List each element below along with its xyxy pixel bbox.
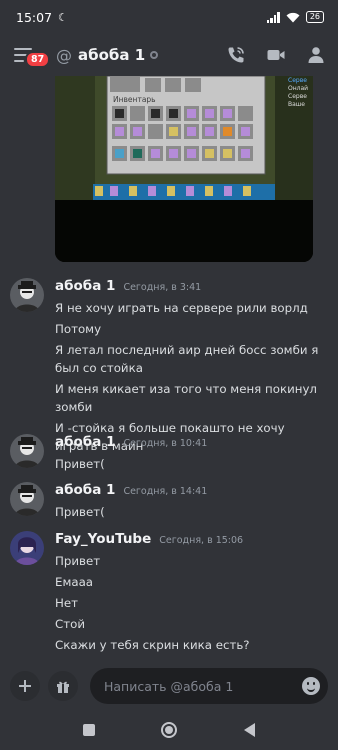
message-text[interactable]: Привет( [55,503,325,521]
avatar[interactable] [10,531,44,565]
author-name[interactable]: абоба 1 [55,482,115,498]
message-text[interactable]: Я не хочу играть на сервере рили ворлд [55,299,325,317]
author-name[interactable]: Fay_YouTube [55,531,151,547]
message-input[interactable]: Написать @абоба 1 [90,668,328,704]
video-camera-icon[interactable] [266,45,286,65]
avatar[interactable] [10,434,44,468]
message-text[interactable]: Нет [55,594,325,612]
status-time: 15:07 [16,9,53,25]
menu-button[interactable]: 87 [14,43,51,68]
message-text[interactable]: И меня кикает иза того что меня покинул … [55,380,325,416]
message-text[interactable]: Стой [55,615,325,633]
message-text[interactable]: Я летал последний аир дней босс зомби я … [55,341,325,377]
gift-button[interactable] [48,671,78,701]
battery-icon: 26 [305,11,324,23]
gift-icon [57,681,69,693]
inventory-title: Инвентарь [113,95,156,104]
message-text[interactable]: Привет( [55,455,325,473]
side-text-4: Ваше [288,101,305,108]
message-timestamp: Сегодня, в 3:41 [123,282,202,293]
system-nav-bar [0,710,338,750]
add-attachment-button[interactable] [10,671,40,701]
side-text-2: Онлай [288,85,308,92]
moon-icon: ☾ [58,10,68,24]
emoji-icon[interactable] [302,677,320,695]
message-text[interactable]: Потому [55,320,325,338]
home-icon[interactable] [161,722,178,738]
author-name[interactable]: абоба 1 [55,278,115,294]
side-text-3: Серве [288,93,307,100]
side-text-1: Серве [288,77,307,84]
message-timestamp: Сегодня, в 10:41 [123,438,208,449]
avatar[interactable] [10,482,44,516]
image-attachment[interactable]: Инвентарь Серве Онлай Серве Ваше [55,76,313,262]
plus-icon [19,680,31,692]
message-timestamp: Сегодня, в 14:41 [123,486,208,497]
status-bar: 15:07 ☾ 26 [0,0,338,34]
screenshot-image: Инвентарь Серве Онлай Серве Ваше [55,76,313,262]
signal-icon [266,11,280,23]
channel-header: 87 @ абоба 1 [0,34,338,76]
members-icon[interactable] [306,45,326,65]
at-sign-icon: @ [56,45,72,65]
wifi-icon [286,12,300,22]
author-name[interactable]: абоба 1 [55,434,115,450]
message-text[interactable]: Скажи у тебя скрин кика есть? [55,636,325,654]
channel-title[interactable]: абоба 1 [78,46,145,64]
phone-call-icon[interactable] [226,45,246,65]
avatar[interactable] [10,278,44,312]
message-text[interactable]: Емааа [55,573,325,591]
back-icon[interactable] [243,723,255,737]
message-composer: Написать @абоба 1 [0,662,338,710]
message-timestamp: Сегодня, в 15:06 [159,535,244,546]
message-input-placeholder: Написать @абоба 1 [104,678,234,694]
message-text[interactable]: Привет [55,552,325,570]
recent-apps-icon[interactable] [83,724,96,736]
offline-status-icon [150,51,159,59]
notification-badge: 87 [25,51,51,68]
